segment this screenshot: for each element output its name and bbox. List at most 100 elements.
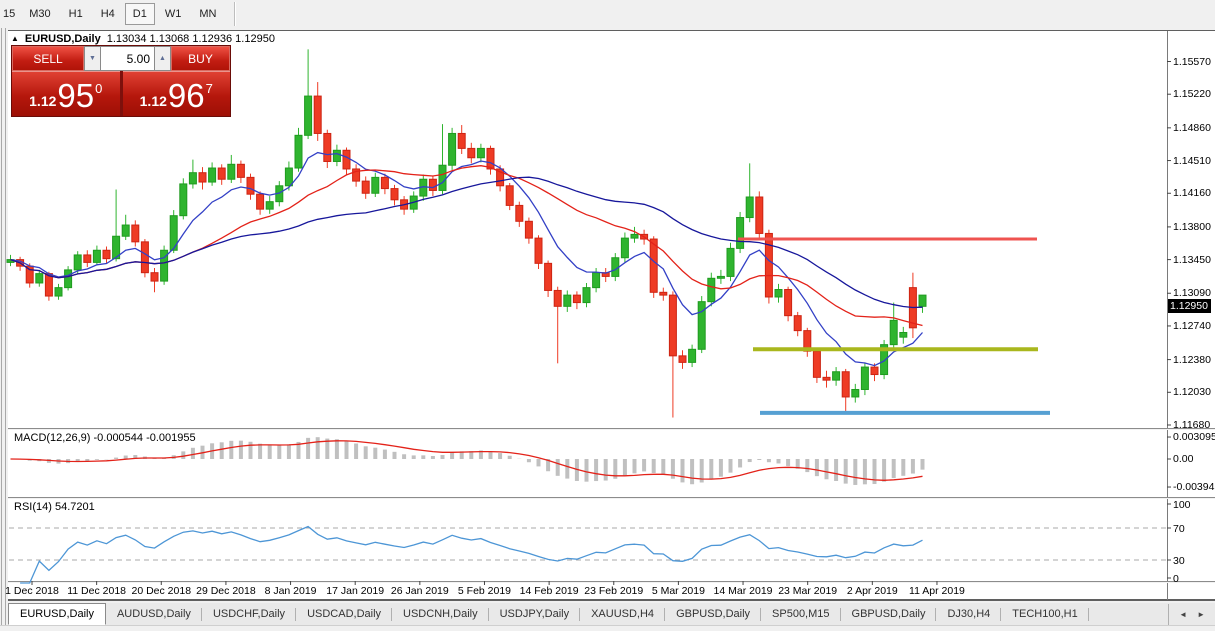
candle-body: [247, 177, 254, 194]
date-axis-label: 26 Jan 2019: [391, 585, 449, 597]
candle-body: [756, 197, 763, 233]
date-axis-label: 5 Feb 2019: [458, 585, 511, 597]
candle-body: [36, 274, 43, 283]
candle-body: [621, 238, 628, 258]
candle-body: [746, 197, 753, 218]
macd-indicator-values: -0.000544 -0.001955: [93, 432, 195, 444]
candle-body: [343, 150, 350, 169]
candle-body: [650, 239, 657, 292]
candle-body: [477, 148, 484, 157]
price-axis-label: 1.15220: [1173, 88, 1211, 100]
candle-body: [295, 135, 302, 168]
candle-body: [593, 273, 600, 288]
buy-price-button[interactable]: 1.12 96 7: [123, 71, 231, 116]
candle-body: [237, 164, 244, 177]
date-axis-label: 20 Dec 2018: [131, 585, 191, 597]
candle-body: [314, 96, 321, 133]
buy-price-pipette: 7: [206, 81, 213, 96]
volume-decrease-button[interactable]: ▼: [84, 46, 101, 71]
tab-scroll-right-icon[interactable]: ►: [1197, 610, 1205, 619]
candle-body: [84, 255, 91, 262]
candle-body: [74, 255, 81, 270]
sell-button[interactable]: SELL: [12, 46, 84, 71]
candle-body: [631, 234, 638, 238]
rsi-axis-label: 0: [1173, 573, 1179, 585]
buy-button[interactable]: BUY: [171, 46, 230, 71]
tab-dj30-h4[interactable]: DJ30,H4: [936, 604, 1001, 625]
rsi-indicator-label: RSI(14): [14, 501, 52, 513]
date-axis-label: 11 Dec 2018: [67, 585, 126, 597]
price-axis-label: 1.14510: [1173, 155, 1211, 167]
candle-body: [93, 250, 100, 262]
chevron-down-icon: ▼: [89, 55, 96, 62]
chart-tabs-bar: EURUSD,DailyAUDUSD,DailyUSDCHF,DailyUSDC…: [8, 603, 1215, 625]
date-axis-label: 5 Mar 2019: [652, 585, 705, 597]
chart-symbol-label: EURUSD,Daily: [25, 33, 101, 45]
candle-body: [573, 295, 580, 302]
candle-body: [785, 290, 792, 316]
macd-histogram: [11, 437, 923, 485]
candle-body: [794, 316, 801, 331]
candle-body: [122, 225, 129, 236]
candle-body: [362, 181, 369, 193]
tab-gbpusd-daily[interactable]: GBPUSD,Daily: [841, 604, 937, 625]
macd-axis-label: 0.00: [1173, 453, 1193, 465]
tab-usdjpy-daily[interactable]: USDJPY,Daily: [489, 604, 581, 625]
candle-body: [679, 356, 686, 363]
candle-body: [65, 270, 72, 288]
price-axis-label: 1.12030: [1173, 386, 1211, 398]
candle-body: [669, 295, 676, 356]
candle-body: [45, 274, 52, 296]
price-axis-label: 1.11680: [1173, 419, 1210, 431]
date-axis-label: 23 Feb 2019: [584, 585, 643, 597]
candle-body: [285, 168, 292, 186]
macd-indicator-label: MACD(12,26,9): [14, 432, 90, 444]
tab-usdchf-daily[interactable]: USDCHF,Daily: [202, 604, 296, 625]
price-axis-label: 1.13450: [1173, 254, 1211, 266]
tab-xauusd-h4[interactable]: XAUUSD,H4: [580, 604, 665, 625]
candle-body: [103, 250, 110, 258]
candle-body: [55, 288, 62, 296]
date-axis-label: 8 Jan 2019: [265, 585, 317, 597]
candle-body: [554, 290, 561, 306]
candle-body: [324, 133, 331, 161]
tab-usdcnh-daily[interactable]: USDCNH,Daily: [392, 604, 489, 625]
candle-body: [449, 133, 456, 165]
candle-body: [919, 295, 926, 306]
price-axis-label: 1.12740: [1173, 320, 1211, 332]
candle-body: [199, 173, 206, 182]
sell-price-button[interactable]: 1.12 95 0: [12, 71, 120, 116]
one-click-trade-panel: SELL ▼ 5.00 ▲ BUY 1.12 95 0 1.12 96 7: [12, 46, 230, 116]
candle-body: [487, 148, 494, 169]
candle-body: [833, 372, 840, 380]
volume-input[interactable]: 5.00: [101, 46, 154, 71]
candle-body: [381, 177, 388, 188]
candle-body: [823, 377, 830, 380]
candle-body: [545, 263, 552, 290]
collapse-arrow-icon[interactable]: ▲: [11, 34, 19, 43]
candle-body: [871, 367, 878, 374]
candle-body: [708, 278, 715, 301]
tab-scroll-left-icon[interactable]: ◄: [1179, 610, 1187, 619]
tab-sp500-m15[interactable]: SP500,M15: [761, 604, 840, 625]
candle-body: [257, 194, 264, 209]
volume-increase-button[interactable]: ▲: [154, 46, 171, 71]
price-axis-label: 1.13800: [1173, 221, 1211, 233]
candle-body: [439, 165, 446, 190]
candle-body: [151, 273, 158, 281]
status-bar: [0, 625, 1215, 631]
chart-ohlc-values: 1.13034 1.13068 1.12936 1.12950: [107, 33, 275, 45]
date-axis-label: 1 Dec 2018: [5, 585, 59, 597]
rsi-line: [20, 527, 922, 584]
candle-body: [189, 173, 196, 184]
candle-body: [305, 96, 312, 135]
tab-audusd-daily[interactable]: AUDUSD,Daily: [106, 604, 202, 625]
candle-body: [218, 168, 225, 179]
tab-gbpusd-daily[interactable]: GBPUSD,Daily: [665, 604, 761, 625]
tab-tech100-h1[interactable]: TECH100,H1: [1001, 604, 1088, 625]
candle-body: [535, 238, 542, 263]
candle-body: [429, 179, 436, 190]
date-axis-label: 11 Apr 2019: [909, 585, 965, 597]
tab-eurusd-daily[interactable]: EURUSD,Daily: [8, 603, 106, 625]
tab-usdcad-daily[interactable]: USDCAD,Daily: [296, 604, 392, 625]
